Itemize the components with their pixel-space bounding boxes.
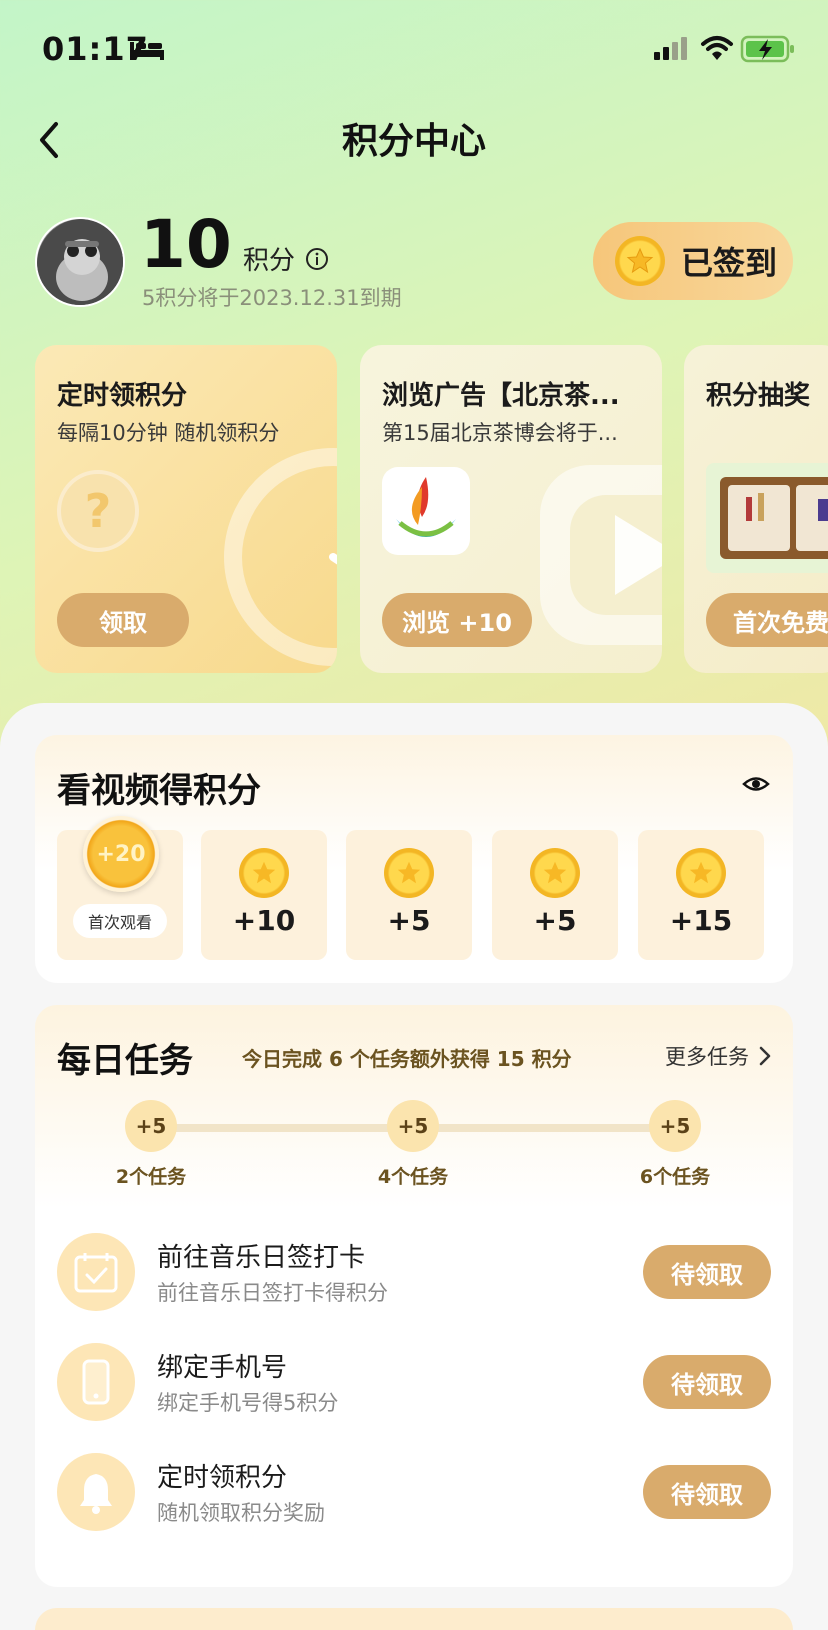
task-desc: 绑定手机号得5积分 (157, 1391, 339, 1415)
task-row: 绑定手机号 绑定手机号得5积分 待领取 (57, 1343, 771, 1423)
video-item[interactable]: +10 (201, 830, 327, 960)
claim-button[interactable]: 领取 (57, 593, 189, 647)
claim-task-button[interactable]: 待领取 (643, 1245, 771, 1299)
battery-charging-icon (740, 35, 794, 63)
card-title: 浏览广告【北京茶... (382, 381, 620, 411)
section-title: 每日任务 (57, 1041, 193, 1081)
task-desc: 前往音乐日签打卡得积分 (157, 1281, 388, 1305)
expire-note: 5积分将于2023.12.31到期 (142, 286, 402, 310)
more-tasks-label: 更多任务 (665, 1045, 749, 1069)
star-coin-icon (615, 236, 665, 286)
star-coin-icon (676, 848, 726, 898)
bed-icon (130, 42, 164, 60)
promo-card-timed-points[interactable]: 定时领积分 每隔10分钟 随机领积分 ? 领取 (35, 345, 337, 673)
tea-expo-logo-icon (382, 467, 470, 555)
timer-icon (224, 448, 337, 666)
video-value: +5 (387, 904, 431, 937)
star-coin-icon (384, 848, 434, 898)
browse-button[interactable]: 浏览 +10 (382, 593, 532, 647)
section-title: 看视频得积分 (57, 771, 261, 811)
milestone-badge: +5 (649, 1100, 701, 1152)
task-row: 前往音乐日签打卡 前往音乐日签打卡得积分 待领取 (57, 1233, 771, 1313)
first-watch-label: 首次观看 (73, 904, 167, 938)
video-item[interactable]: +5 (492, 830, 618, 960)
points-value: 10 (140, 206, 232, 283)
milestone-badge: +5 (125, 1100, 177, 1152)
daily-tasks-section: 每日任务 今日完成 6 个任务额外获得 15 积分 更多任务 +5 2个任务 +… (35, 1005, 793, 1587)
video-value: +15 (669, 904, 733, 937)
milestone: +5 2个任务 (101, 1100, 201, 1189)
status-bar: 01:17 (0, 0, 828, 100)
milestone: +5 6个任务 (625, 1100, 725, 1189)
video-section: 看视频得积分 +20 首次观看 +10 +5 +5 +15 (35, 735, 793, 983)
task-desc: 随机领取积分奖励 (157, 1501, 325, 1525)
card-subtitle: 第15届北京茶博会将于... (382, 421, 618, 445)
more-tasks-link[interactable]: 更多任务 (665, 1041, 773, 1071)
video-item[interactable]: +15 (638, 830, 764, 960)
card-subtitle: 每隔10分钟 随机领积分 (57, 421, 280, 445)
video-item-first[interactable]: +20 首次观看 (57, 816, 183, 960)
calendar-check-icon (57, 1233, 135, 1311)
signin-button[interactable]: 已签到 (593, 222, 793, 300)
signal-icon (654, 37, 687, 60)
promo-card-browse-ad[interactable]: 浏览广告【北京茶... 第15届北京茶博会将于... 浏览 +10 (360, 345, 662, 673)
question-mark-icon: ? (57, 470, 139, 552)
task-name: 前往音乐日签打卡 (157, 1243, 366, 1273)
milestone-label: 6个任务 (639, 1166, 711, 1188)
next-section (35, 1608, 793, 1630)
eye-icon[interactable] (741, 771, 771, 797)
signin-label: 已签到 (681, 244, 778, 282)
play-icon (540, 465, 662, 645)
task-name: 定时领积分 (157, 1463, 288, 1493)
claim-task-button[interactable]: 待领取 (643, 1355, 771, 1409)
points-unit: 积分 (243, 246, 296, 276)
page-title: 积分中心 (341, 121, 486, 162)
star-coin-icon (239, 848, 289, 898)
bell-icon (57, 1453, 135, 1531)
task-name: 绑定手机号 (157, 1353, 288, 1383)
promo-card-lottery[interactable]: 积分抽奖 首次免费 (684, 345, 828, 673)
prize-image (706, 463, 828, 573)
milestone: +5 4个任务 (363, 1100, 463, 1189)
card-title: 定时领积分 (57, 381, 188, 411)
card-title: 积分抽奖 (706, 381, 811, 411)
first-coin: +20 (83, 816, 159, 892)
milestone-badge: +5 (387, 1100, 439, 1152)
avatar[interactable] (35, 217, 125, 307)
tasks-bonus-note: 今日完成 6 个任务额外获得 15 积分 (242, 1047, 572, 1071)
chevron-right-icon (759, 1046, 771, 1066)
video-value: +5 (533, 904, 577, 937)
milestone-label: 2个任务 (115, 1166, 187, 1188)
lottery-button[interactable]: 首次免费 (706, 593, 828, 647)
info-icon[interactable] (305, 247, 329, 271)
claim-task-button[interactable]: 待领取 (643, 1465, 771, 1519)
video-value: +10 (232, 904, 296, 937)
milestone-label: 4个任务 (377, 1166, 449, 1188)
task-row: 定时领积分 随机领取积分奖励 待领取 (57, 1453, 771, 1533)
video-item[interactable]: +5 (346, 830, 472, 960)
star-coin-icon (530, 848, 580, 898)
phone-icon (57, 1343, 135, 1421)
wifi-icon (701, 36, 733, 60)
